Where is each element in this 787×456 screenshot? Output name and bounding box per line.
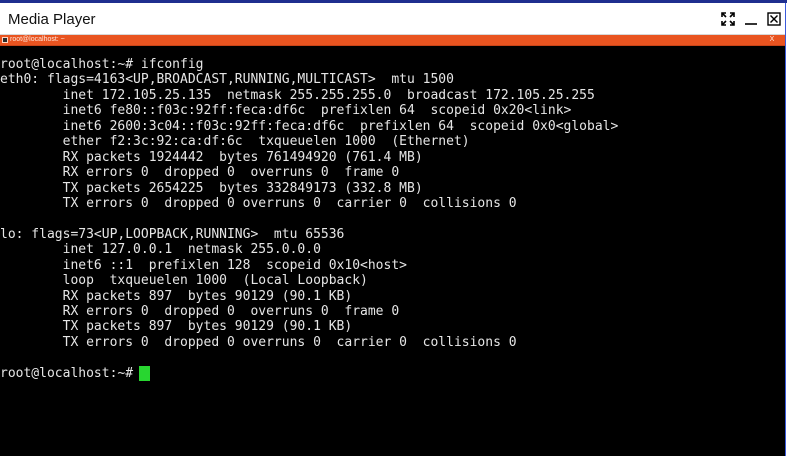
terminal-output[interactable]: root@localhost:~# ifconfig eth0: flags=4… xyxy=(0,46,785,456)
terminal-line: inet6 2600:3c04::f03c:92ff:feca:df6c pre… xyxy=(0,118,619,134)
terminal-cursor xyxy=(139,365,151,381)
terminal-line: TX packets 897 bytes 90129 (90.1 KB) xyxy=(0,319,353,335)
title-bar[interactable]: Media Player xyxy=(0,3,785,35)
terminal-line: RX errors 0 dropped 0 overruns 0 frame 0 xyxy=(0,165,400,181)
terminal-close-button[interactable]: X xyxy=(763,35,781,45)
terminal-line: inet6 ::1 prefixlen 128 scopeid 0x10<hos… xyxy=(0,257,407,273)
terminal-line: loop txqueuelen 1000 (Local Loopback) xyxy=(0,273,368,289)
terminal-window-title: root@localhost: ~ xyxy=(10,36,65,43)
terminal-line: root@localhost:~# ifconfig xyxy=(0,57,204,72)
terminal-title-bar[interactable]: root@localhost: ~ X xyxy=(0,35,785,46)
terminal-window-controls: X xyxy=(763,35,781,45)
terminal-prompt: root@localhost:~# xyxy=(0,365,134,381)
close-icon xyxy=(767,12,781,26)
terminal-line: eth0: flags=4163<UP,BROADCAST,RUNNING,MU… xyxy=(0,72,454,88)
terminal-prompt-line[interactable]: root@localhost:~# xyxy=(0,366,618,381)
terminal-line: TX errors 0 dropped 0 overruns 0 carrier… xyxy=(0,334,517,350)
window-title: Media Player xyxy=(8,11,96,28)
expand-button[interactable] xyxy=(717,7,739,31)
media-player-window: Media Player root@localhost: ~ X root@lo… xyxy=(0,3,786,456)
terminal-line: inet6 fe80::f03c:92ff:feca:df6c prefixle… xyxy=(0,103,572,119)
minimize-icon xyxy=(745,23,757,25)
terminal-line: ether f2:3c:92:ca:df:6c txqueuelen 1000 … xyxy=(0,134,470,150)
close-button[interactable] xyxy=(763,7,785,31)
minimize-button[interactable] xyxy=(740,7,762,31)
terminal-line: RX packets 1924442 bytes 761494920 (761.… xyxy=(0,149,423,165)
terminal-line: TX errors 0 dropped 0 overruns 0 carrier… xyxy=(0,195,517,211)
terminal-line: inet 172.105.25.135 netmask 255.255.255.… xyxy=(0,87,595,103)
window-controls xyxy=(716,3,785,35)
terminal-line: RX errors 0 dropped 0 overruns 0 frame 0 xyxy=(0,304,400,319)
expand-icon xyxy=(721,12,735,26)
terminal-line: RX packets 897 bytes 90129 (90.1 KB) xyxy=(0,288,353,304)
terminal-line: TX packets 2654225 bytes 332849173 (332.… xyxy=(0,180,423,196)
terminal-line: lo: flags=73<UP,LOOPBACK,RUNNING> mtu 65… xyxy=(0,226,345,242)
terminal-line: inet 127.0.0.1 netmask 255.0.0.0 xyxy=(0,242,321,258)
terminal-lines: root@localhost:~# ifconfig eth0: flags=4… xyxy=(0,57,618,381)
terminal-icon xyxy=(2,37,8,43)
